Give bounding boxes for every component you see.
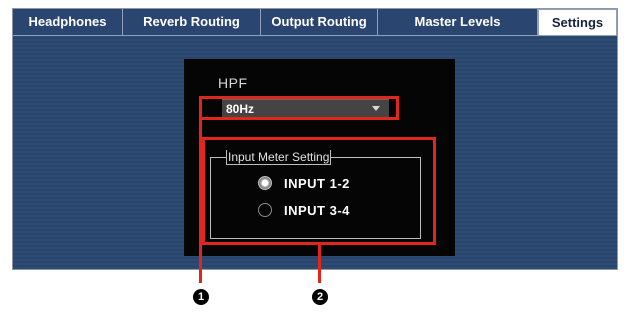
tab-master-levels[interactable]: Master Levels: [378, 9, 538, 35]
tab-reverb-routing[interactable]: Reverb Routing: [123, 9, 261, 35]
callout-marker-2: 2: [312, 289, 328, 305]
highlight-box-input-meter: [202, 137, 436, 245]
tab-bar: Headphones Reverb Routing Output Routing…: [13, 9, 617, 36]
callout-line-1: [199, 108, 202, 283]
tab-headphones[interactable]: Headphones: [13, 9, 123, 35]
tab-settings[interactable]: Settings: [538, 9, 617, 35]
hpf-label: HPF: [218, 75, 248, 91]
highlight-box-hpf: [199, 96, 399, 120]
callout-line-2: [318, 245, 321, 283]
callout-marker-1: 1: [193, 289, 209, 305]
tab-output-routing[interactable]: Output Routing: [261, 9, 378, 35]
